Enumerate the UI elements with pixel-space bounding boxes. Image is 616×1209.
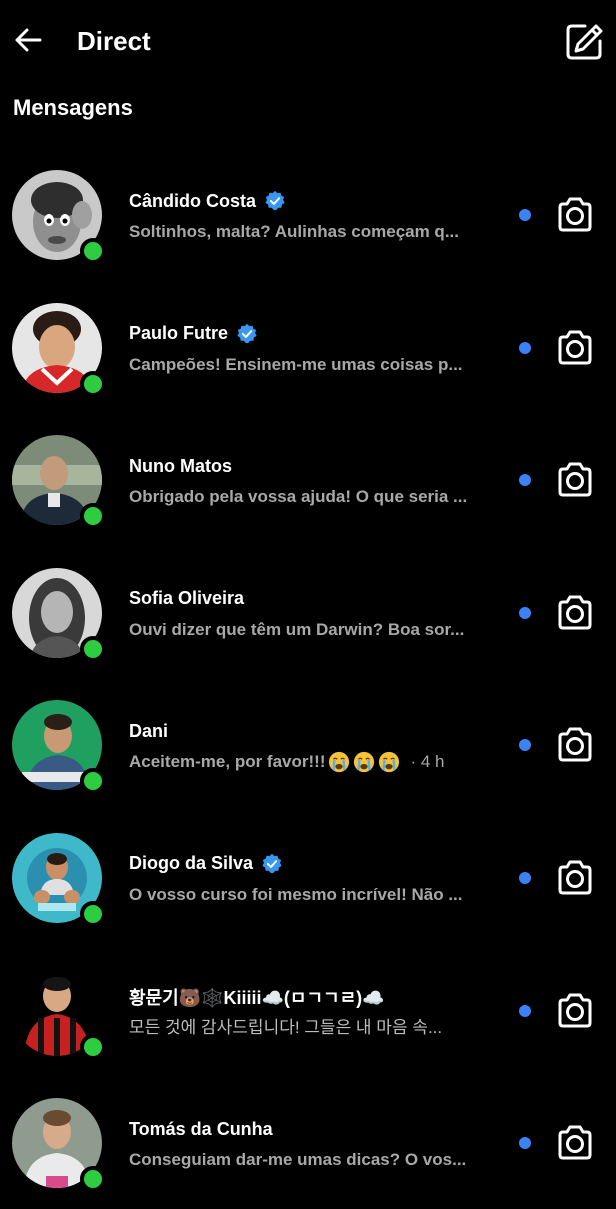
section-title: Mensagens <box>13 95 133 120</box>
conversation-name-line: Tomás da Cunha <box>129 1116 273 1142</box>
unread-indicator <box>519 1004 531 1017</box>
online-indicator <box>80 1166 106 1193</box>
verified-badge-icon <box>262 853 282 874</box>
camera-button[interactable] <box>552 590 598 636</box>
avatar-container[interactable] <box>12 567 106 662</box>
message-preview: Campeões! Ensinem-me umas coisas p... <box>129 354 463 374</box>
conversation-row[interactable]: Cândido Costa Soltinhos, malta? Aulinhas… <box>0 148 616 281</box>
conversation-name-line: Dani <box>129 718 168 744</box>
avatar-container[interactable] <box>12 1098 106 1193</box>
conversation-row[interactable]: Tomás da Cunha Conseguiam dar-me umas di… <box>0 1076 616 1209</box>
camera-button[interactable] <box>552 325 598 371</box>
conversation-name-line: Diogo da Silva <box>129 851 283 877</box>
conversation-row[interactable]: Nuno Matos Obrigado pela vossa ajuda! O … <box>0 413 616 546</box>
camera-icon <box>558 993 592 1028</box>
crying-face-emoji <box>379 752 400 773</box>
unread-indicator <box>519 209 531 221</box>
conversation-name: Cândido Costa <box>129 190 257 211</box>
message-preview: Aceitem-me, por favor!!! · 4 h <box>129 750 445 774</box>
camera-icon <box>558 197 592 232</box>
conversation-name-line: 황문기🐻🕸️Kiiiii☁️(ㅁㄱㄱㄹ)☁️ <box>129 984 385 1010</box>
conversation-row[interactable]: 황문기🐻🕸️Kiiiii☁️(ㅁㄱㄱㄹ)☁️ 모든 것에 감사드립니다! 그들은… <box>0 944 616 1077</box>
verified-badge-icon <box>237 323 257 343</box>
compose-icon <box>566 24 603 60</box>
conversation-name: Dani <box>129 720 169 741</box>
online-indicator <box>80 635 106 662</box>
crying-face-emoji <box>329 752 350 773</box>
header: Direct <box>0 0 616 84</box>
camera-icon <box>558 1125 592 1160</box>
message-preview: Conseguiam dar-me umas dicas? O vos... <box>129 1150 467 1170</box>
avatar-container[interactable] <box>12 965 106 1060</box>
conversation-row[interactable]: Diogo da Silva O vosso curso foi mesmo i… <box>0 811 616 944</box>
compose-button[interactable] <box>560 18 608 66</box>
camera-button[interactable] <box>552 855 598 901</box>
unread-indicator <box>519 474 531 487</box>
message-preview: Obrigado pela vossa ajuda! O que seria .… <box>129 487 468 507</box>
online-indicator <box>80 370 106 397</box>
conversation-name-line: Cândido Costa <box>129 188 286 214</box>
message-preview: Soltinhos, malta? Aulinhas começam q... <box>129 222 459 241</box>
message-preview: 모든 것에 감사드립니다! 그들은 내 마음 속... <box>129 1017 443 1037</box>
online-indicator <box>80 1033 106 1060</box>
back-button[interactable] <box>10 22 46 58</box>
online-indicator <box>80 503 106 530</box>
camera-button[interactable] <box>552 192 598 238</box>
message-preview: Ouvi dizer que têm um Darwin? Boa sor... <box>129 619 465 639</box>
arrow-left-icon <box>15 28 42 52</box>
avatar-container[interactable] <box>12 302 106 397</box>
avatar-container[interactable] <box>12 170 106 264</box>
avatar-container[interactable] <box>12 832 106 927</box>
conversation-name-line: Sofia Oliveira <box>129 586 244 612</box>
conversation-name: 황문기🐻🕸️Kiiiii☁️(ㅁㄱㄱㄹ)☁️ <box>129 987 385 1008</box>
crying-face-emoji <box>354 752 375 773</box>
unread-indicator <box>519 1137 531 1150</box>
conversation-name-line: Nuno Matos <box>129 453 232 479</box>
conversation-name: Diogo da Silva <box>129 853 254 874</box>
message-preview: O vosso curso foi mesmo incrível! Não ..… <box>129 884 463 904</box>
conversation-name-line: Paulo Futre <box>129 321 258 347</box>
conversation-row[interactable]: Dani Aceitem-me, por favor!!! · 4 h <box>0 678 616 811</box>
camera-button[interactable] <box>552 1120 598 1166</box>
message-timestamp: · 4 h <box>410 752 445 772</box>
unread-indicator <box>519 871 531 884</box>
camera-button[interactable] <box>552 988 598 1034</box>
camera-icon <box>558 860 592 895</box>
verified-badge-icon <box>265 190 285 211</box>
camera-button[interactable] <box>552 722 598 768</box>
unread-indicator <box>519 341 531 354</box>
conversation-row[interactable]: Paulo Futre Campeões! Ensinem-me umas co… <box>0 281 616 414</box>
camera-icon <box>558 727 592 762</box>
online-indicator <box>80 900 106 927</box>
camera-icon <box>558 462 592 497</box>
conversation-row[interactable]: Sofia Oliveira Ouvi dizer que têm um Dar… <box>0 546 616 679</box>
conversation-name: Sofia Oliveira <box>129 588 245 609</box>
camera-icon <box>558 330 592 365</box>
camera-button[interactable] <box>552 457 598 503</box>
online-indicator <box>80 238 106 264</box>
avatar-container[interactable] <box>12 435 106 530</box>
conversation-name: Paulo Futre <box>129 323 229 344</box>
message-preview-text: Aceitem-me, por favor!!! <box>129 752 326 772</box>
unread-indicator <box>519 606 531 619</box>
online-indicator <box>80 768 106 795</box>
avatar-container[interactable] <box>12 700 106 795</box>
conversation-name: Tomás da Cunha <box>129 1118 273 1139</box>
page-title: Direct <box>77 26 151 56</box>
conversation-name: Nuno Matos <box>129 455 232 476</box>
conversation-list: Cândido Costa Soltinhos, malta? Aulinhas… <box>0 148 616 1209</box>
camera-icon <box>558 595 592 630</box>
unread-indicator <box>519 739 531 752</box>
